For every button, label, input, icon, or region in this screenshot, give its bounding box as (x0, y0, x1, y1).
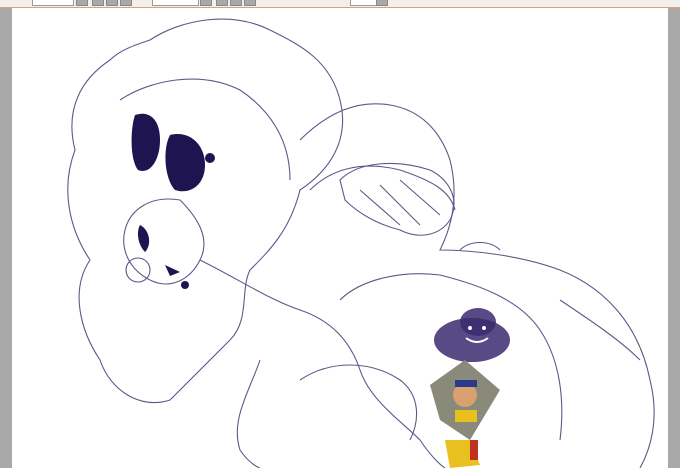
flip-icon[interactable] (280, 0, 292, 6)
drawing-canvas[interactable] (12, 8, 668, 468)
eye-left (131, 113, 160, 171)
eye-right (165, 134, 205, 192)
dark-shapes (131, 113, 215, 289)
size-field[interactable] (152, 0, 199, 6)
rotate-reset-button[interactable] (244, 0, 256, 6)
toolbar (0, 0, 680, 8)
hand-outline (339, 162, 455, 236)
zoom-field[interactable] (32, 0, 74, 6)
fur-hood-outline (67, 18, 344, 404)
scale-dropdown-button[interactable] (376, 0, 388, 6)
rotate-left-button[interactable] (216, 0, 228, 6)
line-art (67, 18, 655, 468)
zoom-out-button[interactable] (92, 0, 104, 6)
right-scroll-gutter (668, 8, 680, 468)
scale-field[interactable] (350, 0, 377, 6)
zoom-dropdown-button[interactable] (76, 0, 88, 6)
smoke-cloud (434, 308, 510, 362)
zoom-in-button[interactable] (106, 0, 118, 6)
character-figure (430, 360, 500, 468)
left-scroll-gutter (0, 8, 12, 468)
rotate-right-button[interactable] (230, 0, 242, 6)
zoom-reset-button[interactable] (120, 0, 132, 6)
search-icon[interactable] (400, 0, 412, 6)
size-dropdown-button[interactable] (200, 0, 212, 6)
